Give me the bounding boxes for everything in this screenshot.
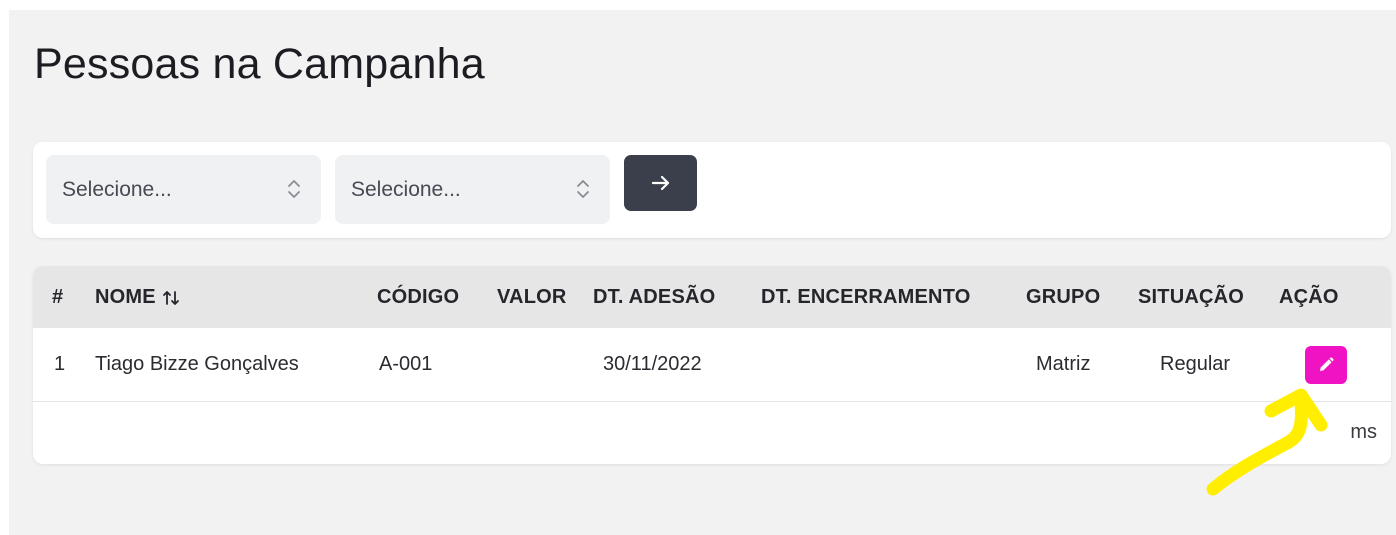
filter-select-1[interactable]: Selecione... <box>46 155 321 224</box>
chevron-updown-icon <box>288 180 300 198</box>
page-background: Pessoas na Campanha Selecione... Selecio… <box>9 10 1396 535</box>
cell-nome: Tiago Bizze Gonçalves <box>95 353 299 375</box>
filter-bar: Selecione... Selecione... <box>33 142 1391 238</box>
header-valor: VALOR <box>497 286 567 308</box>
header-nome-label: NOME <box>95 286 156 308</box>
cell-dt-adesao: 30/11/2022 <box>603 353 702 375</box>
filter-select-2[interactable]: Selecione... <box>335 155 610 224</box>
filter-submit-button[interactable] <box>624 155 697 211</box>
filter-select-1-value: Selecione... <box>62 178 172 201</box>
sort-arrows-icon[interactable] <box>162 289 180 307</box>
header-situacao: SITUAÇÃO <box>1138 286 1245 308</box>
cell-grupo: Matriz <box>1036 353 1091 375</box>
annotation-arrow <box>1206 388 1328 496</box>
people-table: # NOME CÓDIGO VALOR DT. ADESÃO DT. ENCER… <box>33 266 1391 464</box>
header-grupo: GRUPO <box>1026 286 1101 308</box>
table-header: # NOME CÓDIGO VALOR DT. ADESÃO DT. ENCER… <box>33 266 1391 328</box>
page-title: Pessoas na Campanha <box>34 40 485 88</box>
header-dt-adesao: DT. ADESÃO <box>593 286 716 308</box>
edit-button[interactable] <box>1305 346 1347 384</box>
header-nome[interactable]: NOME <box>95 266 180 328</box>
header-dt-encerramento: DT. ENCERRAMENTO <box>761 286 971 308</box>
cell-index: 1 <box>54 353 66 375</box>
chevron-updown-icon <box>577 180 589 198</box>
header-index: # <box>52 286 64 308</box>
table-row: 1 Tiago Bizze Gonçalves A-001 30/11/2022… <box>33 328 1391 402</box>
arrow-right-icon <box>651 175 669 191</box>
cell-codigo: A-001 <box>379 353 433 375</box>
header-codigo: CÓDIGO <box>377 286 460 308</box>
header-acao: AÇÃO <box>1279 286 1339 308</box>
pencil-icon <box>1320 357 1334 371</box>
filter-select-2-value: Selecione... <box>351 178 461 201</box>
